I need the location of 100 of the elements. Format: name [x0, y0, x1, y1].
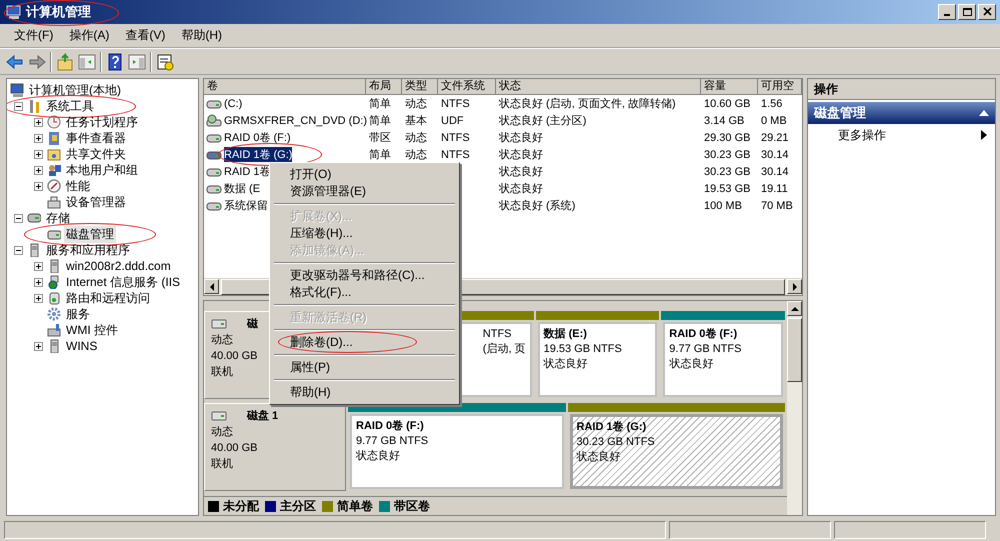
column-header[interactable]: 容量: [701, 79, 758, 95]
tree-item[interactable]: 存储: [44, 210, 72, 226]
properties-icon[interactable]: [156, 52, 174, 70]
column-header[interactable]: 状态: [496, 79, 701, 95]
users-icon: [47, 163, 61, 177]
expand-toggle[interactable]: [34, 294, 42, 302]
tree-item[interactable]: 设备管理器: [64, 194, 128, 210]
partition[interactable]: RAID 1卷 (G:) 30.23 GB NTFS 状态良好: [568, 403, 785, 491]
menu-item[interactable]: 属性(P): [272, 359, 330, 376]
table-cell[interactable]: RAID 1卷: [224, 164, 270, 179]
expand-toggle[interactable]: [14, 246, 22, 254]
expand-toggle[interactable]: [34, 166, 42, 174]
expand-toggle[interactable]: [14, 102, 22, 110]
table-cell[interactable]: 系统保留: [224, 198, 268, 213]
drive-icon: [211, 319, 227, 329]
menu-item[interactable]: 文件(F): [6, 25, 62, 46]
notebook-icon: [47, 131, 61, 145]
action-link[interactable]: 更多操作: [838, 126, 886, 144]
help-icon[interactable]: [106, 52, 124, 70]
scroll-left-button[interactable]: [204, 279, 219, 294]
tree-item[interactable]: 本地用户和组: [64, 162, 140, 178]
globe-icon: [47, 275, 61, 289]
expand-toggle[interactable]: [34, 150, 42, 158]
expand-toggle[interactable]: [34, 342, 42, 350]
expand-toggle[interactable]: [34, 278, 42, 286]
device-icon: [47, 291, 61, 305]
computer-icon: [6, 4, 22, 20]
menu-item[interactable]: 删除卷(D)...: [272, 334, 353, 351]
table-cell-text: 状态良好 (启动, 页面文件, 故障转储): [498, 96, 677, 111]
tree-item[interactable]: 计算机管理(本地): [27, 82, 123, 98]
back-icon[interactable]: [6, 52, 24, 70]
tree-item[interactable]: WMI 控件: [64, 322, 120, 338]
table-cell-text: 状态良好 (主分区): [498, 114, 588, 128]
close-button[interactable]: [978, 4, 996, 20]
table-cell-text: 简单: [368, 148, 392, 162]
menu-item[interactable]: 资源管理器(E): [272, 183, 366, 200]
table-cell[interactable]: RAID 1卷 (G:): [224, 147, 292, 162]
table-cell-text: NTFS: [440, 98, 471, 110]
column-header[interactable]: 卷: [204, 79, 366, 95]
left-arrow-icon: [208, 282, 214, 290]
expand-toggle[interactable]: [34, 134, 42, 142]
maximize-button[interactable]: [958, 4, 976, 20]
table-cell[interactable]: (C:): [224, 98, 242, 110]
expand-toggle[interactable]: [34, 262, 42, 270]
panel-icon[interactable]: [78, 52, 96, 70]
table-cell-text: 动态: [404, 148, 428, 162]
expand-toggle[interactable]: [14, 214, 22, 222]
menu-item[interactable]: 压缩卷(H)...: [272, 225, 353, 242]
tree-item[interactable]: 系统工具: [44, 98, 96, 114]
tree-item[interactable]: win2008r2.ddd.com: [64, 259, 173, 273]
scroll-right-button[interactable]: [787, 279, 802, 294]
partition-size: 9.77 GB NTFS: [356, 434, 430, 449]
tree-item[interactable]: 任务计划程序: [64, 114, 140, 130]
section-header[interactable]: 磁盘管理: [808, 102, 995, 124]
partition-status: 状态良好: [576, 450, 622, 465]
tree-item[interactable]: 磁盘管理: [64, 226, 116, 242]
table-cell-text: UDF: [440, 114, 465, 126]
tree-item[interactable]: 性能: [64, 178, 92, 194]
drive-icon: [206, 98, 222, 110]
tree-item[interactable]: 服务: [64, 306, 92, 322]
drive-icon: [206, 200, 222, 212]
menu-item[interactable]: 操作(A): [61, 25, 118, 46]
column-header[interactable]: 类型: [402, 79, 438, 95]
partition-size: 19.53 GB NTFS: [544, 342, 623, 357]
table-cell[interactable]: 数据 (E: [224, 181, 260, 196]
partition-status: (启动, 页: [482, 342, 526, 357]
menu-item[interactable]: 帮助(H): [173, 25, 230, 46]
tree-item[interactable]: 服务和应用程序: [44, 242, 132, 258]
menu-item[interactable]: 查看(V): [117, 25, 174, 46]
column-header[interactable]: 可用空: [758, 79, 802, 95]
forward-icon[interactable]: [28, 52, 46, 70]
table-cell-text: 30.23 GB: [703, 148, 752, 160]
partition-name: RAID 1卷 (G:): [576, 420, 648, 435]
panel-icon[interactable]: [128, 52, 146, 70]
table-cell[interactable]: RAID 0卷 (F:): [224, 130, 291, 145]
tree-item[interactable]: 路由和远程访问: [64, 290, 152, 306]
menu-item[interactable]: 打开(O): [272, 166, 332, 183]
scroll-up-button[interactable]: [787, 301, 802, 316]
menu-item[interactable]: 更改驱动器号和路径(C)...: [272, 267, 425, 284]
tree-item[interactable]: Internet 信息服务 (IIS: [64, 274, 182, 290]
legend-label: 简单卷: [337, 498, 373, 514]
tree-item[interactable]: WINS: [64, 339, 100, 353]
menu-item[interactable]: 格式化(F)...: [272, 284, 352, 301]
partition-size: 30.23 GB NTFS: [576, 435, 656, 450]
collapse-icon[interactable]: [979, 110, 989, 116]
expand-toggle[interactable]: [34, 118, 42, 126]
partition[interactable]: 数据 (E:) 19.53 GB NTFS 状态良好: [536, 311, 660, 399]
expand-toggle[interactable]: [34, 182, 42, 190]
column-header[interactable]: 布局: [366, 79, 402, 95]
partition[interactable]: RAID 0卷 (F:) 9.77 GB NTFS 状态良好: [661, 311, 786, 399]
table-cell-text: 1.56: [760, 98, 784, 110]
partition[interactable]: RAID 0卷 (F:) 9.77 GB NTFS 状态良好: [348, 403, 566, 491]
minimize-button[interactable]: [938, 4, 956, 20]
tree-item[interactable]: 事件查看器: [64, 130, 128, 146]
table-cell[interactable]: GRMSXFRER_CN_DVD (D:): [224, 114, 368, 126]
menu-item[interactable]: 帮助(H): [272, 384, 331, 401]
table-cell-text: 简单: [368, 97, 392, 111]
table-cell-text: 状态良好: [498, 182, 544, 196]
column-header[interactable]: 文件系统: [438, 79, 496, 95]
tree-item[interactable]: 共享文件夹: [64, 146, 128, 162]
